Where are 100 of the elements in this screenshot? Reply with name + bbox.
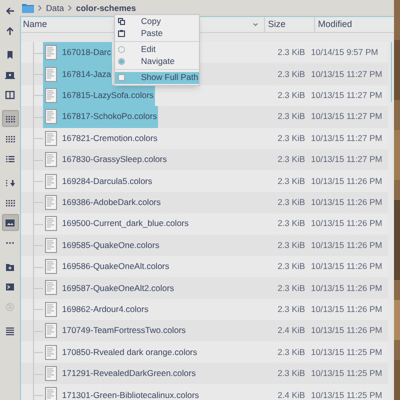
file-name-cell[interactable]: 170850-Rvealed dark orange.colors: [43, 341, 198, 363]
menu-item[interactable]: Copy: [115, 16, 199, 28]
size-cell-text: 2.4 KiB: [276, 388, 306, 400]
file-name-cell[interactable]: 167817-SchokoPo.colors: [43, 106, 158, 128]
modified-cell-text: 10/13/15 11:26 PM: [310, 238, 384, 252]
file-name-cell[interactable]: 169862-Ardour4.colors: [43, 298, 150, 320]
file-name-cell[interactable]: 167814-Jaza: [43, 63, 112, 85]
file-name: 170850-Rvealed dark orange.colors: [62, 346, 198, 359]
document-icon: [45, 152, 57, 168]
file-name-cell[interactable]: 170749-TeamFortressTwo.colors: [43, 320, 187, 342]
modified-cell-text: 10/13/15 11:26 PM: [310, 260, 384, 273]
file-name: 171301-Green-Bibliotecalinux.colors: [62, 388, 200, 400]
size-cell-text: 2.3 KiB: [276, 238, 306, 252]
document-icon: [45, 280, 57, 296]
size-cell-text: 2.3 KiB: [276, 46, 306, 60]
separator-icon: [38, 5, 42, 11]
size-cell-text: 2.3 KiB: [276, 110, 306, 124]
modified-cell-text: 10/13/15 11:25 PM: [310, 388, 384, 400]
file-name: 167815-LazySofa.colors: [62, 89, 154, 102]
column-header[interactable]: Modified: [318, 18, 352, 32]
file-name-cell[interactable]: 169500-Current_dark_blue.colors: [43, 213, 190, 235]
file-name-cell[interactable]: 171291-RevealedDarkGreen.colors: [43, 362, 197, 384]
document-icon: [45, 88, 57, 103]
list-icon: [5, 154, 15, 164]
size-cell-text: 2.3 KiB: [276, 68, 306, 80]
separator-icon: [68, 5, 72, 11]
file-name-cell[interactable]: 169587-QuakeOneAlt2.colors: [43, 277, 175, 299]
file-name: 169386-AdobeDark.colors: [62, 196, 161, 209]
paste-icon: [118, 30, 125, 37]
file-name: 169586-QuakeOneAlt.colors: [62, 260, 170, 273]
grid-icon: [5, 198, 15, 208]
document-icon: [45, 216, 57, 232]
modified-cell-text: 10/13/15 11:26 PM: [310, 324, 384, 338]
size-cell-text: 2.3 KiB: [276, 132, 306, 145]
bookmark-icon: [5, 50, 15, 60]
document-icon: [45, 366, 57, 382]
checkbox[interactable]: [118, 74, 125, 82]
sidebar-button[interactable]: [2, 110, 18, 127]
size-cell-text: 2.3 KiB: [276, 367, 306, 380]
modified-cell-text: 10/13/15 11:27 PM: [310, 89, 384, 102]
file-name-cell[interactable]: 169586-QuakeOneAlt.colors: [43, 256, 170, 278]
device-icon: [5, 70, 15, 80]
modified-cell-text: 10/13/15 11:26 PM: [310, 282, 384, 294]
terminal-icon: [5, 282, 15, 292]
modified-cell-text: 10/13/15 11:25 PM: [310, 367, 384, 380]
size-cell-text: 2.3 KiB: [276, 217, 306, 230]
copy-icon: [118, 18, 125, 26]
menu-item[interactable]: Navigate: [115, 56, 199, 67]
column-header[interactable]: Size: [268, 18, 286, 32]
size-cell-text: 2.4 KiB: [276, 324, 306, 338]
modified-cell-text: 10/13/15 11:27 PM: [310, 68, 384, 80]
sort-caret-icon[interactable]: [253, 23, 258, 26]
columns-icon: [5, 90, 15, 100]
file-name: 169500-Current_dark_blue.colors: [62, 217, 189, 230]
file-name: 167821-Cremotion.colors: [62, 132, 158, 145]
up-arrow-icon: [5, 26, 15, 36]
file-name-cell[interactable]: 169284-Darcula5.colors: [43, 170, 154, 192]
file-name-cell[interactable]: 169386-AdobeDark.colors: [43, 192, 162, 214]
file-name: 167814-Jaza: [62, 68, 112, 80]
menu-item[interactable]: Edit: [115, 44, 199, 56]
file-name-cell[interactable]: 171301-Green-Bibliotecalinux.colors: [43, 384, 200, 400]
back-arrow-icon: [5, 6, 15, 16]
file-name: 167817-SchokoPo.colors: [62, 110, 157, 124]
document-icon: [45, 66, 57, 82]
file-name: 169284-Darcula5.colors: [62, 174, 152, 188]
modified-cell-text: 10/13/15 11:26 PM: [310, 217, 384, 230]
file-name: 167830-GrassySleep.colors: [62, 153, 167, 166]
sidebar-button[interactable]: [2, 214, 18, 231]
file-name-cell[interactable]: 167018-Darc: [43, 42, 112, 64]
column-header[interactable]: Name: [23, 18, 48, 32]
folder-icon[interactable]: [22, 3, 34, 13]
grid-icon: [5, 134, 15, 144]
grid-icon: [5, 114, 15, 124]
size-cell-text: 2.3 KiB: [276, 346, 306, 359]
document-icon: [45, 344, 57, 360]
menu-item[interactable]: Show Full Path: [115, 72, 199, 84]
document-icon: [45, 323, 57, 338]
size-cell-text: 2.3 KiB: [276, 260, 306, 273]
breadcrumb-item[interactable]: color-schemes: [76, 2, 136, 14]
file-name-cell[interactable]: 167830-GrassySleep.colors: [43, 148, 168, 170]
scrollbar[interactable]: [390, 42, 392, 102]
size-cell-text: 2.3 KiB: [276, 153, 306, 166]
image-icon: [5, 218, 15, 228]
modified-cell-text: 10/13/15 11:27 PM: [310, 110, 384, 124]
sort-icon: [5, 178, 15, 188]
file-name-cell[interactable]: 167821-Cremotion.colors: [43, 128, 158, 149]
menu-item[interactable]: Paste: [115, 28, 199, 39]
document-icon: [45, 194, 57, 210]
modified-cell-text: 10/13/15 11:27 PM: [310, 132, 384, 145]
file-name: 170749-TeamFortressTwo.colors: [62, 324, 186, 338]
file-name-cell[interactable]: 167815-LazySofa.colors: [43, 84, 155, 106]
size-cell-text: 2.3 KiB: [276, 174, 306, 188]
new-folder-icon: [5, 262, 15, 272]
size-cell-text: 2.3 KiB: [276, 282, 306, 294]
breadcrumb-item[interactable]: Data: [46, 2, 64, 14]
file-name-cell[interactable]: 169585-QuakeOne.colors: [43, 234, 160, 256]
file-name: 167018-Darc: [62, 46, 112, 60]
size-cell-text: 2.3 KiB: [276, 303, 306, 316]
file-name: 169587-QuakeOneAlt2.colors: [62, 282, 174, 294]
size-cell-text: 2.3 KiB: [276, 196, 306, 209]
